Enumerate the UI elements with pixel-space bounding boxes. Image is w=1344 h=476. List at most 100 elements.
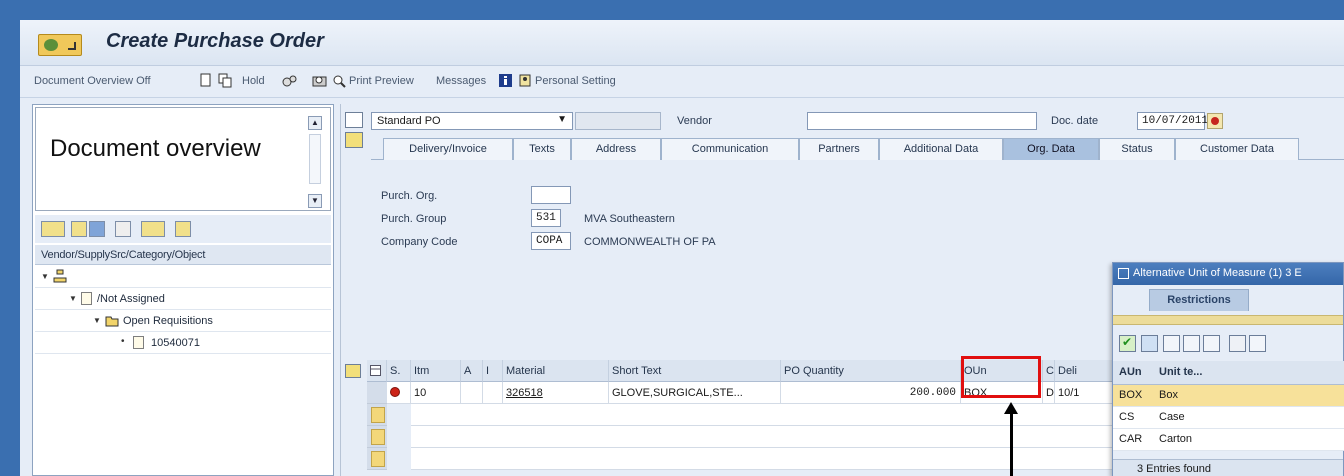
info-icon[interactable] <box>498 73 513 88</box>
overview-column-header: Vendor/SupplySrc/Category/Object <box>35 245 331 265</box>
tab-customer-data[interactable]: Customer Data <box>1175 138 1299 160</box>
company-code-description: COMMONWEALTH OF PA <box>584 236 716 248</box>
sort-icon[interactable] <box>1203 335 1220 352</box>
purch-org-input[interactable] <box>531 186 571 204</box>
header-tabs: Delivery/Invoice Texts Address Communica… <box>371 134 1344 160</box>
column-header[interactable]: Itm <box>411 360 461 382</box>
app-menu-icon[interactable] <box>38 34 82 56</box>
column-header-aun[interactable]: AUn <box>1113 361 1153 385</box>
item-category-cell[interactable] <box>483 382 503 404</box>
messages-button[interactable]: Messages <box>436 75 486 87</box>
list-item-aun[interactable]: BOX <box>1113 385 1153 407</box>
list-item-unit-text[interactable]: Case <box>1153 407 1344 429</box>
new-item-icon[interactable] <box>371 407 385 423</box>
tab-restrictions[interactable]: Restrictions <box>1149 289 1249 311</box>
popup-toolbar <box>1113 333 1343 357</box>
check-icon[interactable] <box>282 73 297 88</box>
tab-status[interactable]: Status <box>1099 138 1175 160</box>
personal-setting-button[interactable]: Personal Setting <box>535 75 616 87</box>
chevron-down-icon[interactable]: ▼ <box>557 114 567 125</box>
print-icon[interactable] <box>1249 335 1266 352</box>
column-header[interactable]: S. <box>387 360 411 382</box>
column-header[interactable] <box>367 360 387 382</box>
acct-assignment-cell[interactable] <box>461 382 483 404</box>
short-text-cell[interactable]: GLOVE,SURGICAL,STE... <box>609 382 781 404</box>
info-icon[interactable] <box>1229 335 1246 352</box>
table-row[interactable] <box>411 426 1121 448</box>
find-icon[interactable] <box>115 221 131 237</box>
tab-org-data[interactable]: Org. Data <box>1003 138 1099 160</box>
restrictions-collapse-bar[interactable] <box>1113 315 1343 325</box>
tab-delivery-invoice[interactable]: Delivery/Invoice <box>383 138 513 160</box>
adopt-icon[interactable] <box>71 221 87 237</box>
expand-arrow-icon[interactable]: ▼ <box>69 294 77 303</box>
doc-date-input[interactable]: 10/07/2011 <box>1137 112 1208 130</box>
personal-setting-icon[interactable] <box>518 73 533 88</box>
print-preview-button[interactable]: Print Preview <box>349 75 414 87</box>
column-header-unit-text[interactable]: Unit te... <box>1153 361 1344 385</box>
new-item-icon[interactable] <box>371 429 385 445</box>
selection-variant-icon[interactable] <box>41 221 65 237</box>
other-purchase-order-icon[interactable] <box>312 73 327 88</box>
header-collapse-icon[interactable] <box>345 132 363 148</box>
tree-item[interactable]: • 10540071 <box>35 332 331 354</box>
copy-document-icon[interactable] <box>218 73 233 88</box>
application-toolbar: Document Overview Off Hold Print Preview… <box>20 66 1344 98</box>
calendar-icon[interactable] <box>1207 113 1223 129</box>
column-header[interactable]: C <box>1043 360 1055 382</box>
column-header[interactable]: A <box>461 360 483 382</box>
tab-texts[interactable]: Texts <box>513 138 571 160</box>
tab-partners[interactable]: Partners <box>799 138 879 160</box>
overview-scrollbar[interactable]: ▲ ▼ <box>308 116 322 208</box>
table-settings-icon[interactable] <box>370 365 381 376</box>
scroll-thumb[interactable] <box>309 134 321 184</box>
overview-toolbar <box>35 215 331 243</box>
tab-communication[interactable]: Communication <box>661 138 799 160</box>
material-cell[interactable]: 326518 <box>503 382 609 404</box>
tab-additional-data[interactable]: Additional Data <box>879 138 1003 160</box>
purch-group-input[interactable]: 531 <box>531 209 561 227</box>
list-item-unit-text[interactable]: Box <box>1153 385 1344 407</box>
confirm-icon[interactable] <box>1119 335 1136 352</box>
tree-root-row[interactable]: ▼ <box>35 266 331 288</box>
purch-group-description: MVA Southeastern <box>584 213 675 225</box>
folder-icon <box>81 292 92 305</box>
po-quantity-cell[interactable]: 200.000 <box>781 382 961 404</box>
column-header[interactable]: PO Quantity <box>781 360 961 382</box>
vendor-input[interactable] <box>807 112 1037 130</box>
tab-address[interactable]: Address <box>571 138 661 160</box>
column-header[interactable]: I <box>483 360 503 382</box>
scroll-down-icon[interactable]: ▼ <box>308 194 322 208</box>
alternative-uom-popup: Alternative Unit of Measure (1) 3 E Rest… <box>1112 262 1344 476</box>
find-icon[interactable] <box>1163 335 1180 352</box>
new-item-icon[interactable] <box>371 451 385 467</box>
cart-icon[interactable] <box>345 112 363 128</box>
po-type-dropdown[interactable]: Standard PO ▼ <box>371 112 573 130</box>
table-row[interactable] <box>411 448 1121 470</box>
list-item-aun[interactable]: CS <box>1113 407 1153 429</box>
list-item-unit-text[interactable]: Carton <box>1153 429 1344 451</box>
new-document-icon[interactable] <box>198 73 213 88</box>
company-code-input[interactable]: COPA <box>531 232 571 250</box>
item-cell[interactable]: 10 <box>411 382 461 404</box>
tree-settings-icon[interactable] <box>175 221 191 237</box>
column-header[interactable]: Material <box>503 360 609 382</box>
tree-item[interactable]: ▼ Open Requisitions <box>35 310 331 332</box>
expand-arrow-icon[interactable]: ▼ <box>93 316 101 325</box>
expand-arrow-icon[interactable]: ▼ <box>41 272 49 281</box>
find-next-icon[interactable] <box>1183 335 1200 352</box>
save-icon[interactable] <box>89 221 105 237</box>
scroll-up-icon[interactable]: ▲ <box>308 116 322 130</box>
hold-button[interactable]: Hold <box>242 75 265 87</box>
document-overview-button[interactable]: Document Overview Off <box>34 75 151 87</box>
date-category-cell[interactable]: D <box>1043 382 1055 404</box>
print-preview-icon[interactable] <box>332 73 347 88</box>
list-item-aun[interactable]: CAR <box>1113 429 1153 451</box>
cancel-icon[interactable] <box>1141 335 1158 352</box>
column-header[interactable]: Short Text <box>609 360 781 382</box>
tree-item[interactable]: ▼ /Not Assigned <box>35 288 331 310</box>
item-overview-collapse-icon[interactable] <box>345 364 361 378</box>
row-selector[interactable] <box>367 382 387 404</box>
document-overview-header: Document overview ▲ ▼ <box>35 107 331 211</box>
layout-icon[interactable] <box>141 221 165 237</box>
